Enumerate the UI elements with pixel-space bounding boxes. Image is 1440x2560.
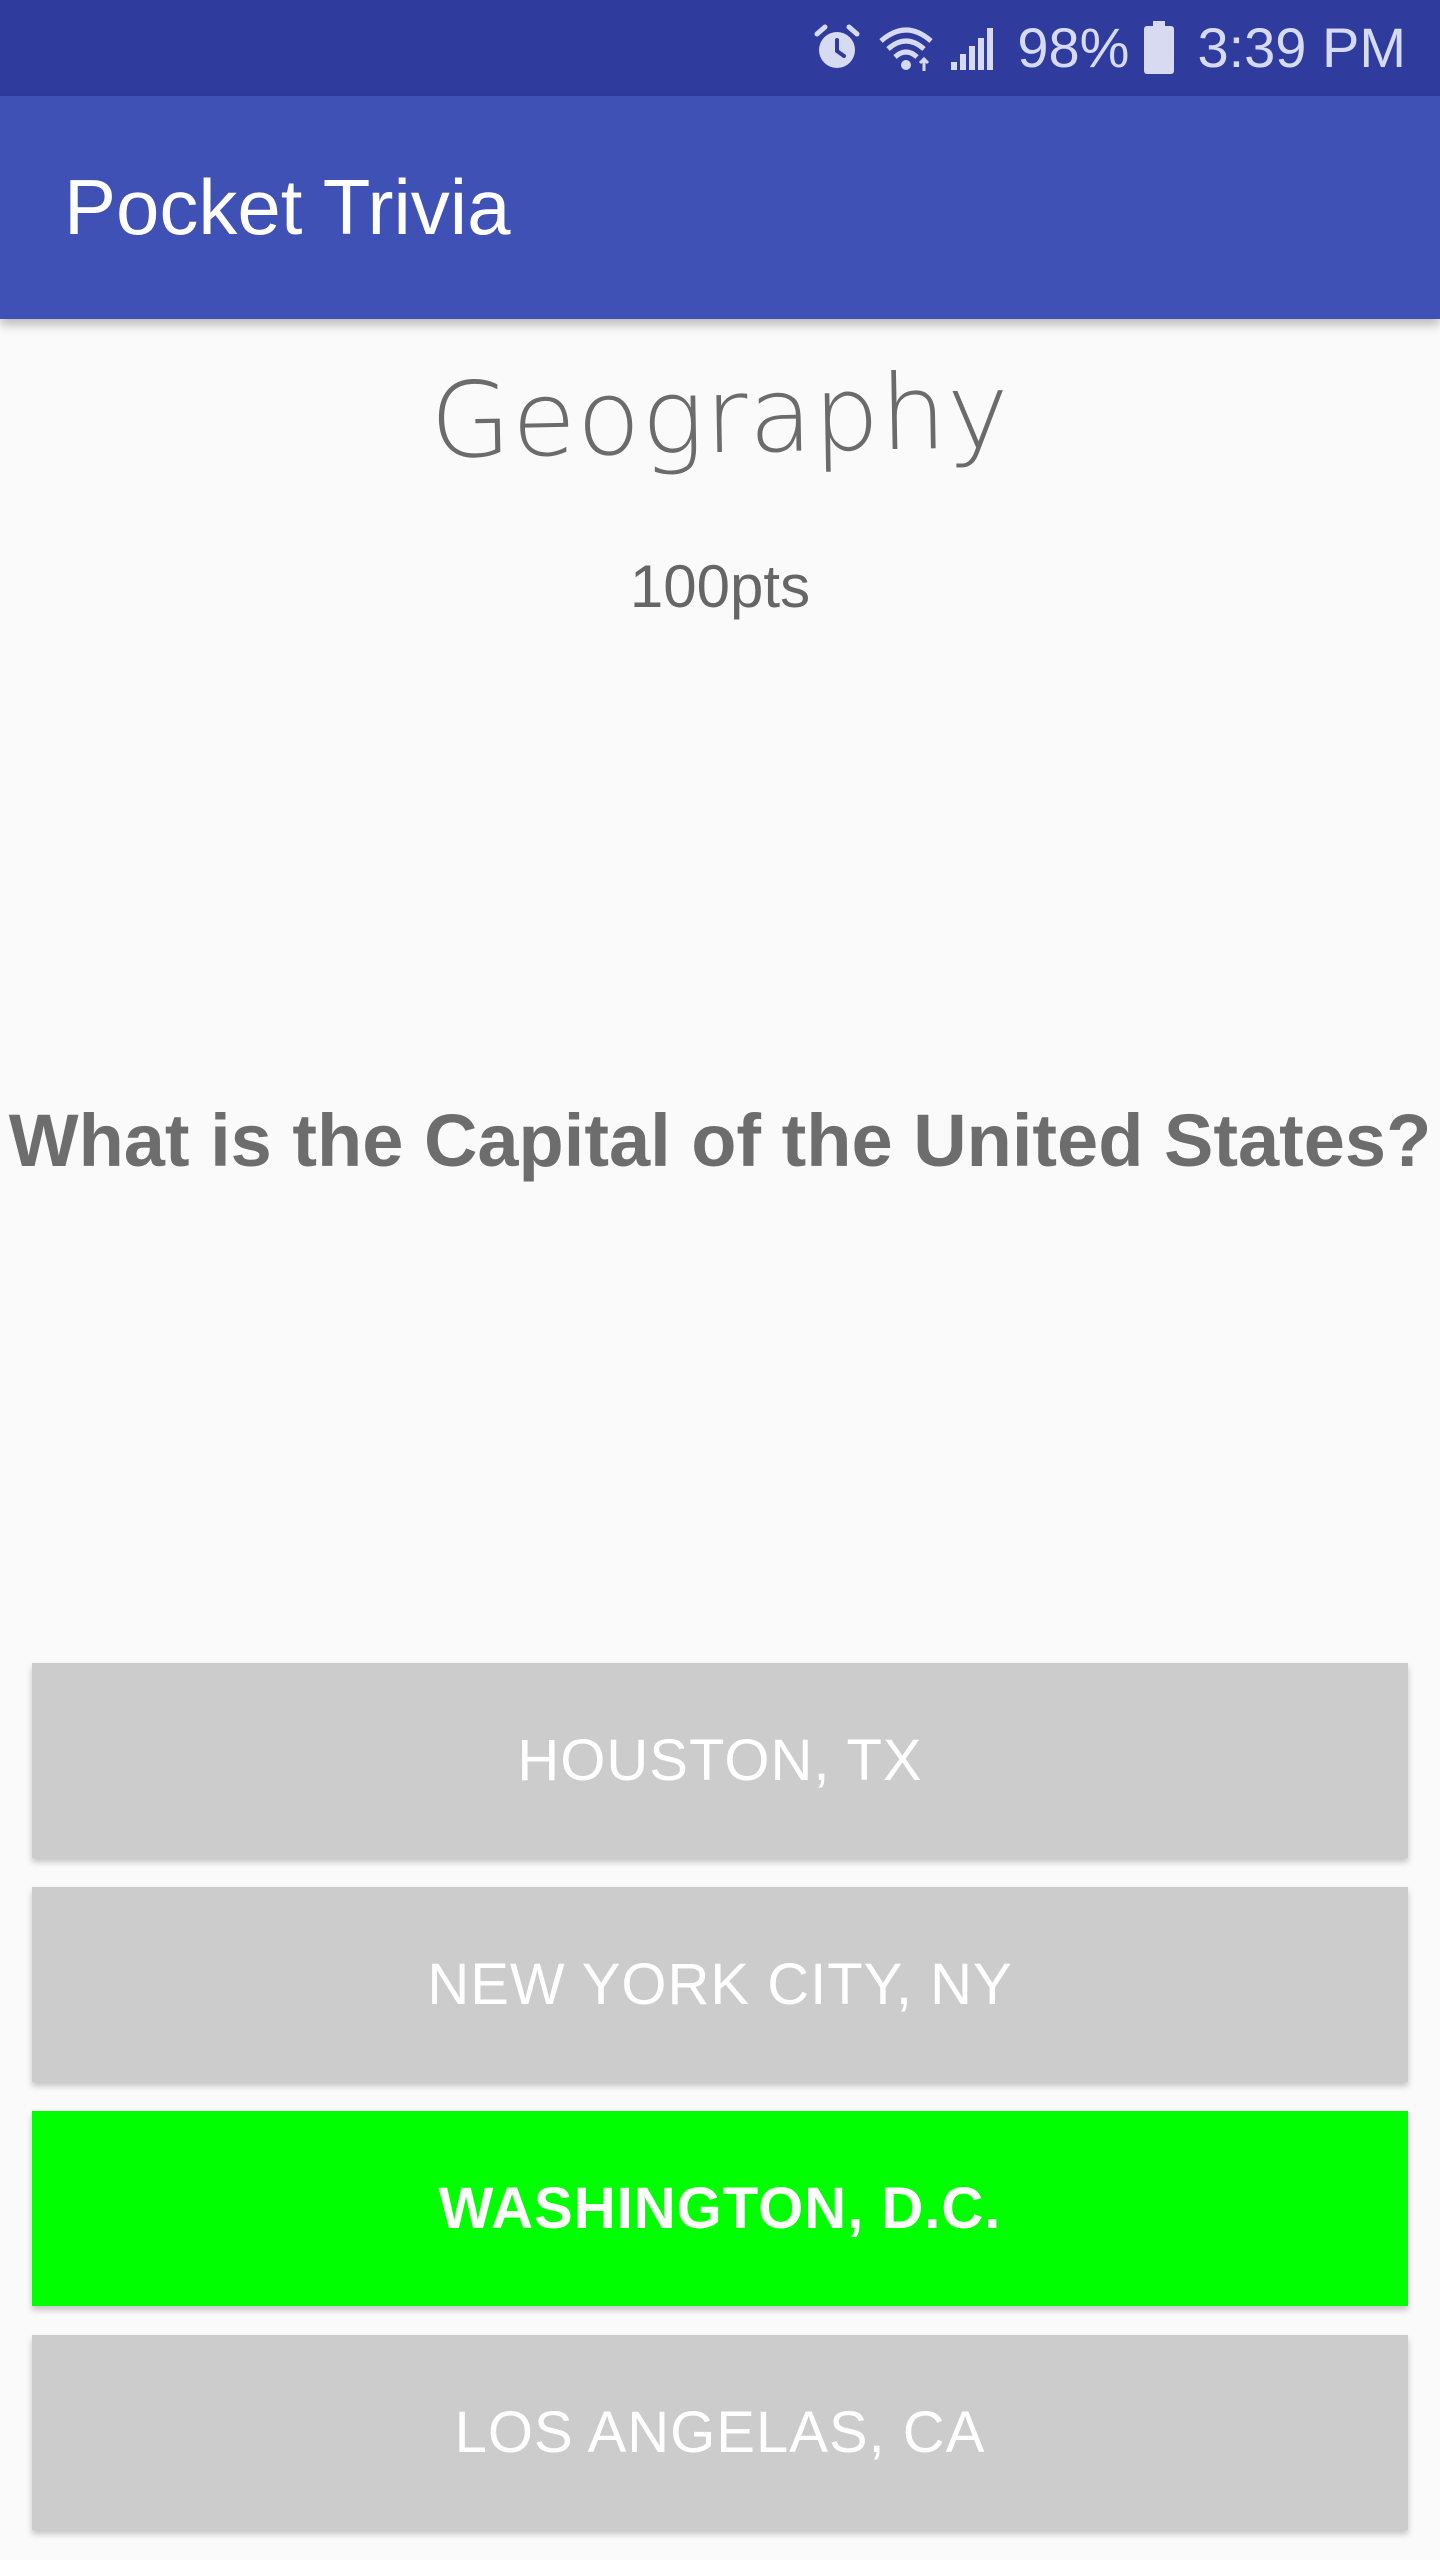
status-time: 3:39 PM	[1197, 16, 1406, 79]
points-label: 100pts	[629, 553, 811, 620]
signal-icon	[949, 24, 997, 72]
status-bar: 98% 3:39 PM	[0, 0, 1440, 96]
battery-icon	[1143, 21, 1175, 75]
category-title: Geography	[429, 349, 1011, 483]
answer-button-houston[interactable]: HOUSTON, TX	[32, 1663, 1408, 1858]
battery-percent: 98%	[1017, 16, 1130, 79]
question-text: What is the Capital of the United States…	[8, 1099, 1432, 1182]
answer-button-washington[interactable]: WASHINGTON, D.C.	[32, 2111, 1408, 2306]
alarm-icon	[811, 22, 863, 74]
app-bar: Pocket Trivia	[0, 96, 1440, 319]
answer-button-los-angeles[interactable]: LOS ANGELAS, CA	[32, 2335, 1408, 2530]
answer-list: HOUSTON, TX NEW YORK CITY, NY WASHINGTON…	[32, 1663, 1408, 2559]
answer-button-new-york[interactable]: NEW YORK CITY, NY	[32, 1887, 1408, 2082]
wifi-icon	[877, 23, 935, 73]
app-title: Pocket Trivia	[64, 163, 511, 251]
status-icons: 98% 3:39 PM	[811, 0, 1406, 96]
